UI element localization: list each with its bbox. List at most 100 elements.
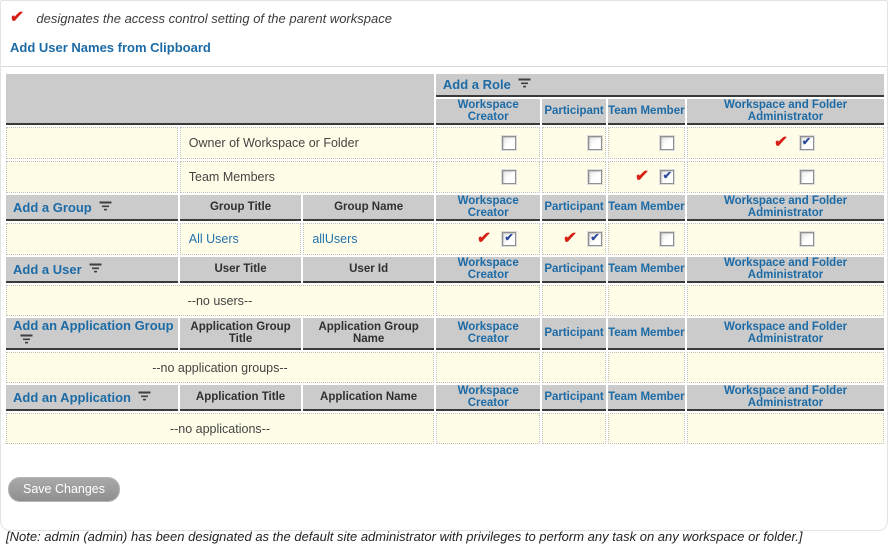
empty-cell bbox=[436, 285, 540, 316]
owner-wf-administrator-checkbox[interactable]: ✔ bbox=[800, 136, 814, 150]
parent-setting-check-icon: ✔ bbox=[476, 231, 491, 247]
group-title-header: Group Title bbox=[180, 195, 302, 221]
role-column-header: Participant bbox=[542, 385, 605, 411]
role-column-header: Workspace and Folder Administrator bbox=[687, 385, 884, 411]
team-wf-administrator-checkbox[interactable]: ✔ bbox=[800, 170, 814, 184]
role-column-header: Team Member bbox=[608, 195, 685, 221]
save-changes-button[interactable]: Save Changes bbox=[8, 477, 120, 502]
empty-cell bbox=[6, 223, 178, 255]
checkbox-check-icon: ✔ bbox=[663, 171, 672, 182]
header-spacer-cell bbox=[6, 74, 434, 125]
filter-icon[interactable] bbox=[89, 262, 102, 276]
role-column-header: Participant bbox=[542, 257, 605, 283]
owner-participant-checkbox[interactable]: ✔ bbox=[588, 136, 602, 150]
team-team-member-checkbox[interactable]: ✔ bbox=[660, 170, 674, 184]
role-column-header: Team Member bbox=[608, 99, 685, 125]
no-applications-message: --no applications-- bbox=[6, 413, 434, 444]
add-a-role-link[interactable]: Add a Role bbox=[443, 77, 511, 92]
empty-cell bbox=[608, 285, 685, 316]
parent-setting-check-icon: ✔ bbox=[773, 135, 788, 151]
add-a-user-link[interactable]: Add a User bbox=[13, 262, 82, 277]
add-a-group-link[interactable]: Add a Group bbox=[13, 200, 92, 215]
table-row-no-users: --no users-- bbox=[6, 285, 884, 316]
role-column-header: Team Member bbox=[608, 318, 685, 350]
parent-setting-check-icon: ✔ bbox=[9, 10, 24, 26]
checkbox-check-icon: ✔ bbox=[590, 233, 599, 244]
user-title-header: User Title bbox=[180, 257, 302, 283]
role-column-header: Workspace and Folder Administrator bbox=[687, 318, 884, 350]
allusers-team-member-cell: ✔✔ bbox=[608, 223, 685, 255]
role-column-header: Workspace Creator bbox=[436, 318, 540, 350]
empty-cell bbox=[436, 413, 540, 444]
role-column-header: Workspace Creator bbox=[436, 99, 540, 125]
team-wf-administrator-cell: ✔✔ bbox=[687, 161, 884, 193]
empty-cell bbox=[6, 127, 178, 159]
table-row-team-members: Team Members ✔✔ ✔✔ ✔✔ ✔✔ bbox=[6, 161, 884, 193]
filter-icon[interactable] bbox=[99, 200, 112, 214]
allusers-workspace-creator-cell: ✔✔ bbox=[436, 223, 540, 255]
empty-cell bbox=[542, 413, 605, 444]
checkbox-check-icon: ✔ bbox=[505, 233, 514, 244]
add-an-application-link[interactable]: Add an Application bbox=[13, 390, 131, 405]
filter-icon[interactable] bbox=[518, 77, 531, 91]
application-group-name-header: Application Group Name bbox=[303, 318, 434, 350]
allusers-participant-cell: ✔✔ bbox=[542, 223, 605, 255]
role-column-header: Workspace Creator bbox=[436, 385, 540, 411]
role-column-header: Participant bbox=[542, 99, 605, 125]
group-name-header: Group Name bbox=[303, 195, 434, 221]
section-header-add-a-role: Add a Role bbox=[436, 74, 884, 97]
parent-setting-legend: ✔ designates the access control setting … bbox=[10, 10, 887, 26]
role-column-header: Team Member bbox=[608, 385, 685, 411]
checkbox-check-icon: ✔ bbox=[802, 137, 811, 148]
allusers-workspace-creator-checkbox[interactable]: ✔ bbox=[502, 232, 516, 246]
team-participant-cell: ✔✔ bbox=[542, 161, 605, 193]
empty-cell bbox=[608, 413, 685, 444]
all-users-link[interactable]: All Users bbox=[189, 232, 239, 246]
application-group-title-header: Application Group Title bbox=[180, 318, 302, 350]
section-header-add-a-user: Add a User bbox=[6, 257, 178, 283]
no-users-message: --no users-- bbox=[6, 285, 434, 316]
role-column-header: Workspace and Folder Administrator bbox=[687, 195, 884, 221]
table-row-no-application-groups: --no application groups-- bbox=[6, 352, 884, 383]
access-control-panel: ✔ designates the access control setting … bbox=[0, 0, 888, 531]
table-row-no-applications: --no applications-- bbox=[6, 413, 884, 444]
role-column-header: Workspace Creator bbox=[436, 257, 540, 283]
owner-team-member-checkbox[interactable]: ✔ bbox=[660, 136, 674, 150]
team-participant-checkbox[interactable]: ✔ bbox=[588, 170, 602, 184]
section-header-add-an-application-group: Add an Application Group bbox=[6, 318, 178, 350]
owner-participant-cell: ✔✔ bbox=[542, 127, 605, 159]
role-column-header: Participant bbox=[542, 318, 605, 350]
empty-cell bbox=[542, 352, 605, 383]
section-header-add-a-group: Add a Group bbox=[6, 195, 178, 221]
empty-cell bbox=[608, 352, 685, 383]
access-control-table: Add a Role Workspace Creator Participant… bbox=[4, 72, 886, 446]
role-column-header: Workspace and Folder Administrator bbox=[687, 257, 884, 283]
row-label-owner: Owner of Workspace or Folder bbox=[180, 127, 434, 159]
parent-setting-check-icon: ✔ bbox=[634, 169, 649, 185]
team-team-member-cell: ✔✔ bbox=[608, 161, 685, 193]
team-workspace-creator-checkbox[interactable]: ✔ bbox=[502, 170, 516, 184]
role-column-header: Workspace Creator bbox=[436, 195, 540, 221]
add-an-application-group-link[interactable]: Add an Application Group bbox=[13, 318, 174, 333]
owner-team-member-cell: ✔✔ bbox=[608, 127, 685, 159]
role-column-header: Team Member bbox=[608, 257, 685, 283]
allusers-wf-administrator-cell: ✔✔ bbox=[687, 223, 884, 255]
legend-text: designates the access control setting of… bbox=[36, 11, 392, 26]
allusers-name-link[interactable]: allUsers bbox=[312, 232, 357, 246]
row-label-team-members: Team Members bbox=[180, 161, 434, 193]
add-user-names-from-clipboard-link[interactable]: Add User Names from Clipboard bbox=[10, 40, 211, 55]
divider bbox=[1, 66, 887, 67]
owner-workspace-creator-checkbox[interactable]: ✔ bbox=[502, 136, 516, 150]
allusers-wf-administrator-checkbox[interactable]: ✔ bbox=[800, 232, 814, 246]
filter-icon[interactable] bbox=[20, 333, 33, 347]
allusers-team-member-checkbox[interactable]: ✔ bbox=[660, 232, 674, 246]
application-name-header: Application Name bbox=[303, 385, 434, 411]
parent-setting-check-icon: ✔ bbox=[562, 231, 577, 247]
filter-icon[interactable] bbox=[138, 390, 151, 404]
empty-cell bbox=[687, 413, 884, 444]
user-id-header: User Id bbox=[303, 257, 434, 283]
allusers-participant-checkbox[interactable]: ✔ bbox=[588, 232, 602, 246]
role-column-header: Workspace and Folder Administrator bbox=[687, 99, 884, 125]
table-row-owner: Owner of Workspace or Folder ✔✔ ✔✔ ✔✔ ✔✔ bbox=[6, 127, 884, 159]
role-column-header: Participant bbox=[542, 195, 605, 221]
